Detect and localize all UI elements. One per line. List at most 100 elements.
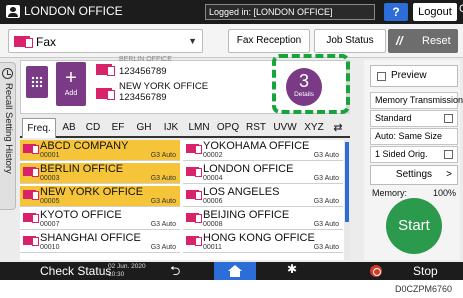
tab-cd[interactable]: CD	[82, 118, 104, 138]
address-entry[interactable]: LOS ANGELES 00006 G3 Auto	[183, 186, 343, 207]
entry-number: 00006	[203, 198, 223, 205]
fax-icon	[186, 167, 202, 177]
fax-reception-button[interactable]: Fax Reception	[228, 29, 310, 53]
entry-mode: G3 Auto	[313, 152, 339, 159]
address-book-scrollbar[interactable]	[344, 140, 350, 260]
stop-button[interactable]: Stop	[413, 264, 438, 278]
plus-icon: +	[65, 67, 77, 89]
entry-name: LONDON OFFICE	[203, 163, 294, 175]
tab-opq[interactable]: OPQ	[214, 118, 242, 138]
logged-in-status: Logged in: [LONDON OFFICE]	[205, 4, 375, 20]
destination-name[interactable]: NEW YORK OFFICE	[119, 81, 208, 92]
address-entry[interactable]: ABCD COMPANY 00001 G3 Auto	[20, 140, 180, 161]
reset-label: Reset	[422, 35, 451, 47]
entry-name: YOKOHAMA OFFICE	[203, 140, 310, 152]
check-status-button[interactable]: Check Status	[40, 264, 111, 278]
function-select[interactable]: Fax ▼	[8, 29, 203, 53]
entry-name: LOS ANGELES	[203, 186, 280, 198]
address-entry[interactable]: KYOTO OFFICE 00007 G3 Auto	[20, 209, 180, 230]
clock-icon	[2, 68, 13, 79]
figure-code: D0CZPM6760	[395, 284, 453, 294]
logout-button[interactable]: Logout	[413, 3, 457, 21]
tab-xyz[interactable]: XYZ	[301, 118, 327, 138]
address-entry[interactable]: LONDON OFFICE 00004 G3 Auto	[183, 163, 343, 184]
tab-uvw[interactable]: UVW	[270, 118, 300, 138]
entry-number: 00001	[40, 152, 60, 159]
bottom-bar: Check Status 02 Jun. 2020 10:30 ⮌ ✱ Stop	[0, 262, 463, 280]
address-entry[interactable]: HONG KONG OFFICE 00011 G3 Auto	[183, 232, 343, 253]
entry-mode: G3 Auto	[150, 221, 176, 228]
fax-icon	[186, 190, 202, 200]
entry-name: SHANGHAI OFFICE	[40, 232, 141, 244]
top-bar: LONDON OFFICE Logged in: [LONDON OFFICE]…	[0, 0, 463, 24]
entry-name: ABCD COMPANY	[40, 140, 129, 152]
device-title: LONDON OFFICE	[24, 4, 123, 18]
address-entry[interactable]: BERLIN OFFICE 00003 G3 Auto	[20, 163, 180, 184]
function-bar: Fax ▼ Fax Reception Job Status // Reset	[0, 24, 463, 58]
corner-label: C	[459, 3, 463, 15]
tab-ijk[interactable]: IJK	[159, 118, 183, 138]
entry-number: 00007	[40, 221, 60, 228]
entry-mode: G3 Auto	[313, 244, 339, 251]
entry-number: 00010	[40, 244, 60, 251]
fax-icon	[23, 213, 39, 223]
address-entry[interactable]: YOKOHAMA OFFICE 00002 G3 Auto	[183, 140, 343, 161]
destination-number: 123456789	[119, 92, 167, 103]
address-entry[interactable]: BEIJING OFFICE 00008 G3 Auto	[183, 209, 343, 230]
memory-value: 100%	[433, 188, 457, 198]
add-destination-button[interactable]: + Add	[56, 62, 86, 106]
fax-icon	[23, 190, 39, 200]
help-button[interactable]: ?	[384, 3, 408, 21]
user-icon	[6, 5, 20, 18]
entry-mode: G3 Auto	[313, 198, 339, 205]
entry-name: KYOTO OFFICE	[40, 209, 122, 221]
keypad-button[interactable]	[26, 66, 48, 98]
entry-number: 00003	[40, 175, 60, 182]
resolution-option[interactable]: Standard	[370, 110, 458, 127]
tab-lmn[interactable]: LMN	[185, 118, 213, 138]
job-status-button[interactable]: Job Status	[314, 29, 386, 53]
details-callout-highlight	[272, 54, 350, 114]
home-button[interactable]	[214, 262, 256, 280]
resolution-icon	[444, 114, 453, 123]
fax-icon	[23, 236, 39, 246]
function-select-label: Fax	[36, 35, 57, 49]
entry-number: 00011	[203, 244, 222, 251]
entry-mode: G3 Auto	[150, 152, 176, 159]
resolution-label: Standard	[375, 113, 412, 123]
one-sided-icon	[444, 150, 453, 159]
preview-checkbox[interactable]: Preview	[370, 65, 458, 87]
entry-number: 00004	[203, 175, 223, 182]
tab-gh[interactable]: GH	[132, 118, 156, 138]
fax-icon	[23, 144, 39, 154]
entry-number: 00002	[203, 152, 223, 159]
entry-mode: G3 Auto	[150, 175, 176, 182]
original-type-label: 1 Sided Orig.	[375, 149, 428, 159]
tab-ab[interactable]: AB	[58, 118, 80, 138]
fax-icon	[14, 36, 33, 48]
memory-transmission-option[interactable]: Memory Transmission	[370, 92, 463, 109]
address-entry[interactable]: SHANGHAI OFFICE 00010 G3 Auto	[20, 232, 180, 253]
fax-icon	[96, 88, 115, 100]
scrollbar-thumb[interactable]	[345, 142, 349, 222]
switch-title-icon[interactable]: ⇄	[328, 118, 348, 138]
address-entry[interactable]: NEW YORK OFFICE 00005 G3 Auto	[20, 186, 180, 207]
destination-number[interactable]: 123456789	[119, 66, 167, 77]
tab-freq[interactable]: Freq.	[22, 118, 56, 138]
recall-setting-history-tab[interactable]: Recall Setting History	[0, 62, 16, 210]
start-button[interactable]: Start	[386, 198, 442, 254]
tab-rst[interactable]: RST	[243, 118, 269, 138]
reduce-enlarge-option[interactable]: Auto: Same Size	[370, 128, 458, 145]
tab-ef[interactable]: EF	[107, 118, 129, 138]
entry-name: HONG KONG OFFICE	[203, 232, 315, 244]
gear-icon[interactable]: ✱	[287, 262, 297, 276]
recall-tab-label: Recall Setting History	[3, 83, 14, 174]
reset-button[interactable]: // Reset	[388, 29, 458, 53]
settings-button[interactable]: Settings >	[370, 165, 458, 185]
keypad-icon	[31, 76, 43, 88]
fax-icon	[96, 64, 115, 76]
original-type-option[interactable]: 1 Sided Orig.	[370, 146, 458, 163]
back-icon[interactable]: ⮌	[170, 262, 180, 280]
entry-number: 00008	[203, 221, 223, 228]
fax-icon	[23, 167, 39, 177]
